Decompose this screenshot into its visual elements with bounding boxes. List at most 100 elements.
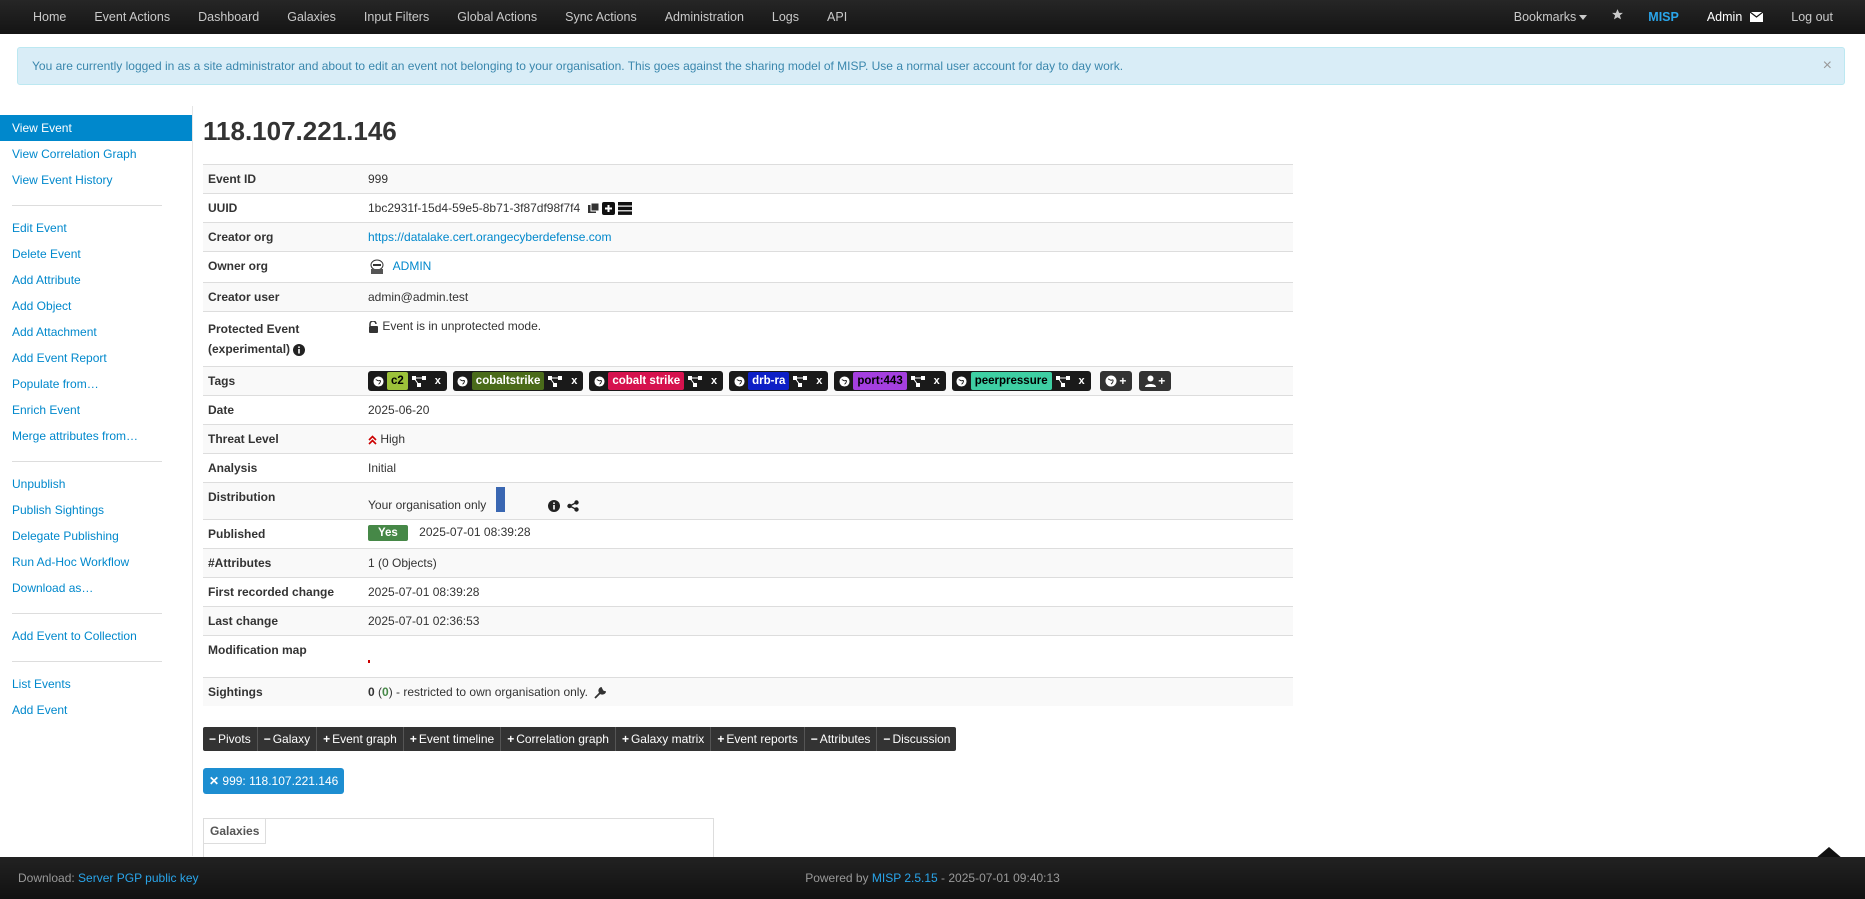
nav-dashboard[interactable]: Dashboard xyxy=(184,0,273,34)
network-icon[interactable] xyxy=(684,372,706,390)
distribution-bar xyxy=(495,487,505,513)
tab-event-timeline[interactable]: + Event timeline xyxy=(404,727,502,751)
row-label: Event ID xyxy=(203,164,363,194)
remove-tag-icon[interactable]: x xyxy=(929,372,945,390)
network-icon[interactable] xyxy=(789,372,811,390)
published-badge: Yes xyxy=(368,525,408,542)
chevron-down-icon xyxy=(1579,15,1588,21)
owner-org-link[interactable]: ADMIN xyxy=(393,260,432,274)
network-icon[interactable] xyxy=(907,372,929,390)
remove-tag-icon[interactable]: x xyxy=(706,372,722,390)
add-icon[interactable] xyxy=(601,202,615,216)
sidebar-list-events[interactable]: List Events xyxy=(0,671,192,697)
sidebar-populate-from[interactable]: Populate from… xyxy=(0,371,192,397)
star-icon[interactable] xyxy=(1601,0,1634,34)
share-icon[interactable] xyxy=(567,500,580,513)
sidebar-view-event[interactable]: View Event xyxy=(0,115,192,141)
nav-api[interactable]: API xyxy=(813,0,861,34)
sidebar-add-attachment[interactable]: Add Attachment xyxy=(0,319,192,345)
row-label: First recorded change xyxy=(203,577,363,607)
sidebar-merge-attributes[interactable]: Merge attributes from… xyxy=(0,423,192,449)
sidebar-run-workflow[interactable]: Run Ad-Hoc Workflow xyxy=(0,549,192,575)
tag-cobaltstrike[interactable]: cobaltstrike x xyxy=(452,371,584,392)
tab-galaxy-matrix[interactable]: + Galaxy matrix xyxy=(616,727,712,751)
sidebar-delegate-publishing[interactable]: Delegate Publishing xyxy=(0,523,192,549)
row-label: Threat Level xyxy=(203,424,363,454)
tab-pivots[interactable]: − Pivots xyxy=(203,727,258,751)
nav-global-actions[interactable]: Global Actions xyxy=(443,0,551,34)
nav-home[interactable]: Home xyxy=(0,0,80,34)
tab-correlation-graph[interactable]: + Correlation graph xyxy=(501,727,616,751)
remove-tag-icon[interactable]: x xyxy=(1074,372,1090,390)
misp-version-link[interactable]: MISP 2.5.15 xyxy=(872,871,938,885)
sidebar-publish-sightings[interactable]: Publish Sightings xyxy=(0,497,192,523)
row-label: Modification map xyxy=(203,635,363,678)
table-row: Date 2025-06-20 xyxy=(203,395,1293,425)
sidebar-unpublish[interactable]: Unpublish xyxy=(0,471,192,497)
copy-icon[interactable] xyxy=(587,203,599,214)
tab-label: Event reports xyxy=(726,732,798,746)
nav-event-actions[interactable]: Event Actions xyxy=(80,0,184,34)
sidebar-add-object[interactable]: Add Object xyxy=(0,293,192,319)
tab-attributes[interactable]: − Attributes xyxy=(805,727,878,751)
sidebar-view-correlation-graph[interactable]: View Correlation Graph xyxy=(0,141,192,167)
sidebar-enrich-event[interactable]: Enrich Event xyxy=(0,397,192,423)
threat-cell: High xyxy=(363,424,1293,454)
remove-tag-icon[interactable]: x xyxy=(430,372,446,390)
close-icon[interactable]: × xyxy=(1823,48,1832,84)
bookmarks-dropdown[interactable]: Bookmarks xyxy=(1500,0,1602,34)
info-icon[interactable] xyxy=(548,500,560,513)
remove-tag-icon[interactable]: x xyxy=(566,372,582,390)
sidebar-download-as[interactable]: Download as… xyxy=(0,575,192,601)
add-local-tag-button[interactable]: + xyxy=(1139,371,1172,392)
tag-label[interactable]: port:443 xyxy=(853,372,907,391)
nav-input-filters[interactable]: Input Filters xyxy=(350,0,443,34)
nav-galaxies[interactable]: Galaxies xyxy=(273,0,350,34)
tag-port-443[interactable]: port:443 x xyxy=(834,371,946,392)
remove-tag-icon[interactable]: x xyxy=(811,372,827,390)
tag-drb-ra[interactable]: drb-ra x xyxy=(729,371,829,392)
published-cell: Yes 2025-07-01 08:39:28 xyxy=(363,519,1293,549)
info-icon[interactable] xyxy=(293,344,306,357)
tag-label[interactable]: cobaltstrike xyxy=(471,372,545,391)
server-list-icon[interactable] xyxy=(618,202,633,216)
network-icon[interactable] xyxy=(1052,372,1074,390)
tab-discussion[interactable]: − Discussion xyxy=(877,727,956,751)
tag-label[interactable]: c2 xyxy=(387,372,408,391)
creator-org-link[interactable]: https://datalake.cert.orangecyberdefense… xyxy=(368,230,611,244)
network-icon[interactable] xyxy=(408,372,430,390)
tab-event-reports[interactable]: + Event reports xyxy=(711,727,805,751)
add-global-tag-button[interactable]: + xyxy=(1099,371,1132,392)
sidebar-edit-event[interactable]: Edit Event xyxy=(0,215,192,241)
tag-peerpressure[interactable]: peerpressure x xyxy=(951,371,1091,392)
sightings-count: 0 xyxy=(368,685,375,700)
tab-galaxy[interactable]: − Galaxy xyxy=(258,727,318,751)
sidebar-view-event-history[interactable]: View Event History xyxy=(0,167,192,193)
misp-link[interactable]: MISP xyxy=(1634,0,1693,34)
tag-c2[interactable]: c2 x xyxy=(368,371,447,392)
tag-label[interactable]: drb-ra xyxy=(748,372,790,391)
tag-label[interactable]: cobalt strike xyxy=(608,372,685,391)
sidebar-add-event-report[interactable]: Add Event Report xyxy=(0,345,192,371)
table-row: Sightings 0 (0) - restricted to own orga… xyxy=(203,677,1293,707)
logout-link[interactable]: Log out xyxy=(1777,0,1865,34)
pivot-button[interactable]: ✕ 999: 118.107.221.146 xyxy=(203,768,345,794)
nav-logs[interactable]: Logs xyxy=(758,0,813,34)
sidebar-add-to-collection[interactable]: Add Event to Collection xyxy=(0,623,192,649)
network-icon[interactable] xyxy=(544,372,566,390)
tab-label: Attributes xyxy=(819,732,871,746)
page-title: 118.107.221.146 xyxy=(203,116,397,146)
tag-label[interactable]: peerpressure xyxy=(970,372,1052,391)
footer: Download: Server PGP public key Powered … xyxy=(0,857,1865,899)
nav-administration[interactable]: Administration xyxy=(651,0,758,34)
wrench-icon[interactable] xyxy=(594,687,607,699)
sidebar-add-attribute[interactable]: Add Attribute xyxy=(0,267,192,293)
footer-powered: Powered by MISP 2.5.15 - 2025-07-01 09:4… xyxy=(0,857,1865,899)
tag-cobalt-strike[interactable]: cobalt strike x xyxy=(589,371,724,392)
globe-icon xyxy=(1105,375,1117,387)
nav-sync-actions[interactable]: Sync Actions xyxy=(551,0,651,34)
tab-event-graph[interactable]: + Event graph xyxy=(317,727,404,751)
sidebar-add-event[interactable]: Add Event xyxy=(0,697,192,723)
admin-user-link[interactable]: Admin xyxy=(1693,0,1777,34)
sidebar-delete-event[interactable]: Delete Event xyxy=(0,241,192,267)
